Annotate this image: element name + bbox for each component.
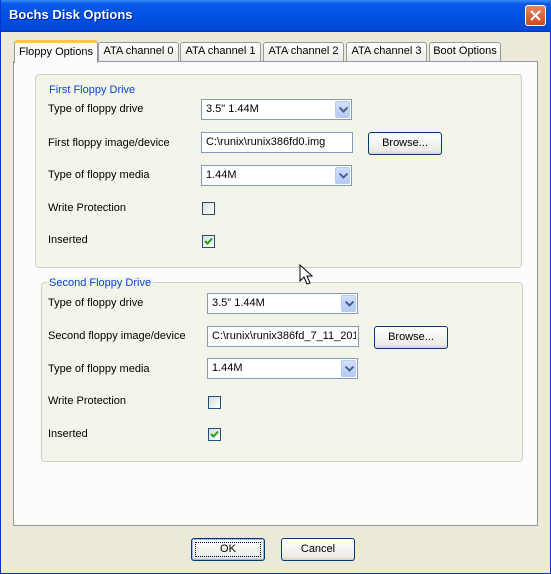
first-floppy-legend: First Floppy Drive — [47, 84, 138, 96]
checkmark-icon — [204, 237, 213, 245]
first-media-select[interactable]: 1.44M — [201, 165, 352, 186]
first-inserted-checkbox[interactable] — [202, 235, 215, 248]
second-drive-type-select[interactable]: 3.5" 1.44M — [207, 293, 358, 314]
tab-panel-floppy-options: First Floppy Drive Type of floppy drive … — [13, 61, 538, 526]
chevron-down-icon — [345, 301, 354, 307]
second-drive-type-value: 3.5" 1.44M — [212, 297, 265, 309]
dropdown-button[interactable] — [341, 295, 356, 312]
first-image-label: First floppy image/device — [48, 137, 170, 149]
first-inserted-label: Inserted — [48, 234, 88, 246]
tab-label: ATA channel 3 — [351, 45, 422, 57]
ok-button[interactable]: OK — [191, 538, 265, 561]
tab-label: ATA channel 1 — [185, 45, 256, 57]
focus-ring — [195, 542, 261, 557]
tab-ata-channel-3[interactable]: ATA channel 3 — [346, 42, 427, 61]
close-icon — [530, 10, 541, 21]
second-inserted-checkbox[interactable] — [208, 428, 221, 441]
first-browse-button[interactable]: Browse... — [368, 132, 442, 155]
first-media-label: Type of floppy media — [48, 169, 150, 181]
first-drive-type-select[interactable]: 3.5" 1.44M — [201, 99, 352, 120]
second-media-label: Type of floppy media — [48, 363, 150, 375]
second-image-label: Second floppy image/device — [48, 330, 186, 342]
cancel-button[interactable]: Cancel — [281, 538, 355, 561]
chevron-down-icon — [339, 107, 348, 113]
dropdown-button[interactable] — [341, 360, 356, 377]
first-drive-type-label: Type of floppy drive — [48, 103, 144, 115]
browse-label: Browse... — [388, 331, 434, 343]
tab-label: Floppy Options — [19, 46, 93, 58]
second-write-protection-checkbox[interactable] — [208, 396, 221, 409]
first-image-field[interactable]: C:\runix\runix386fd0.img — [201, 132, 353, 153]
first-drive-type-value: 3.5" 1.44M — [206, 103, 259, 115]
window-title: Bochs Disk Options — [9, 7, 133, 22]
tab-ata-channel-0[interactable]: ATA channel 0 — [98, 42, 179, 61]
second-inserted-label: Inserted — [48, 428, 88, 440]
second-image-value: C:\runix\runix386fd_7_11_201 — [212, 330, 356, 342]
second-drive-type-label: Type of floppy drive — [48, 297, 144, 309]
first-write-protection-checkbox[interactable] — [202, 202, 215, 215]
dropdown-button[interactable] — [335, 101, 350, 118]
cancel-label: Cancel — [300, 543, 336, 555]
tab-ata-channel-1[interactable]: ATA channel 1 — [180, 42, 261, 61]
tab-label: Boot Options — [433, 45, 497, 57]
mouse-pointer-icon — [299, 264, 313, 285]
first-media-value: 1.44M — [206, 169, 237, 181]
chevron-down-icon — [345, 366, 354, 372]
second-media-select[interactable]: 1.44M — [207, 358, 358, 379]
tab-ata-channel-2[interactable]: ATA channel 2 — [263, 42, 344, 61]
second-image-field[interactable]: C:\runix\runix386fd_7_11_201 — [207, 326, 359, 347]
tab-floppy-options[interactable]: Floppy Options — [14, 40, 98, 63]
dropdown-button[interactable] — [335, 167, 350, 184]
browse-label: Browse... — [382, 137, 428, 149]
second-floppy-legend: Second Floppy Drive — [47, 277, 154, 289]
second-browse-button[interactable]: Browse... — [374, 326, 448, 349]
second-write-protection-label: Write Protection — [48, 395, 127, 407]
title-bar[interactable]: Bochs Disk Options — [1, 0, 551, 32]
first-image-value: C:\runix\runix386fd0.img — [206, 136, 326, 148]
chevron-down-icon — [339, 173, 348, 179]
second-media-value: 1.44M — [212, 362, 243, 374]
tab-boot-options[interactable]: Boot Options — [429, 42, 501, 61]
tab-label: ATA channel 0 — [103, 45, 174, 57]
checkmark-icon — [210, 430, 219, 438]
dialog-window: Bochs Disk Options Floppy Options ATA ch… — [0, 0, 551, 574]
close-button[interactable] — [525, 5, 546, 26]
tab-label: ATA channel 2 — [268, 45, 339, 57]
first-write-protection-label: Write Protection — [48, 202, 127, 214]
